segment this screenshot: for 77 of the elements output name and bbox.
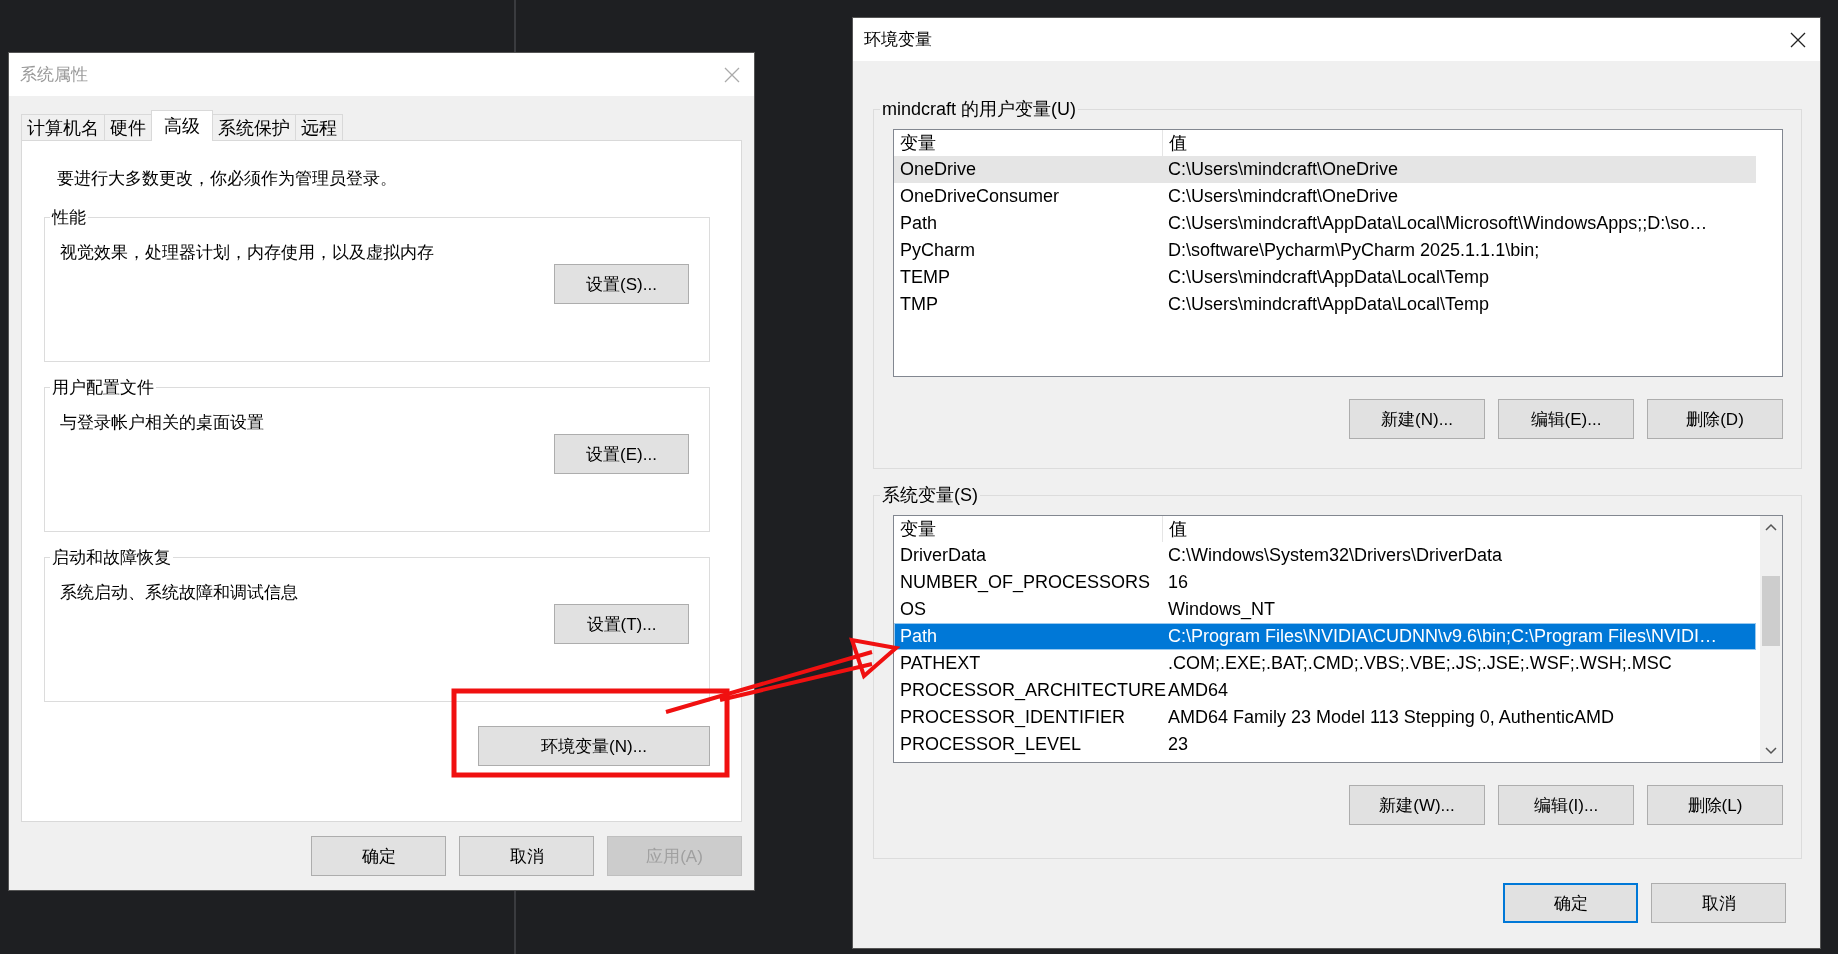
variable-value: C:\Users\mindcraft\AppData\Local\Microsoft\WindowsApps;;D:\so… [1167,213,1708,234]
dialog-button[interactable]: 新建(W)... [1349,785,1485,825]
group-description: 与登录帐户相关的桌面设置 [60,412,265,434]
variable-value: AMD64 Family 23 Model 113 Stepping 0, AuthenticAMD [1167,707,1614,728]
table-row[interactable]: PROCESSOR_LEVEL 23 [894,731,1756,758]
table-row[interactable]: DriverData C:\Windows\System32\Drivers\DriverData [894,542,1756,569]
variable-name: TMP [899,294,939,315]
table-row[interactable]: OneDriveConsumer C:\Users\mindcraft\OneDrive [894,183,1756,210]
variable-value: C:\Windows\System32\Drivers\DriverData [1167,545,1503,566]
group-description: 视觉效果，处理器计划，内存使用，以及虚拟内存 [60,242,435,264]
admin-notice: 要进行大多数更改，你必须作为管理员登录。 [57,168,398,190]
column-header[interactable]: 变量 [894,516,1163,542]
variable-name: OS [899,599,927,620]
table-row[interactable]: PROCESSOR_ARCHITECTUREAMD64 [894,677,1756,704]
variable-value: C:\Users\mindcraft\OneDrive [1167,186,1399,207]
environment-variables-button[interactable]: 环境变量(N)... [478,726,710,766]
table-row[interactable]: Path C:\Program Files\NVIDIA\CUDNN\v9.6\bin;C:\Program Files\NVIDI… [894,623,1756,650]
table-row[interactable]: OneDrive C:\Users\mindcraft\OneDrive [894,156,1756,183]
table-row[interactable]: PROCESSOR_IDENTIFIER AMD64 Family 23 Model 113 Stepping 0, AuthenticAMD [894,704,1756,731]
table-row[interactable]: Path C:\Users\mindcraft\AppData\Local\Microsoft\WindowsApps;;D:\so… [894,210,1756,237]
settings-button[interactable]: 设置(S)... [554,264,689,304]
table-row[interactable]: TEMP C:\Users\mindcraft\AppData\Local\Temp [894,264,1756,291]
table-row[interactable]: PATHEXT .COM;.EXE;.BAT;.CMD;.VBS;.VBE;.JS;.JSE;.WSF;.WSH;.MSC [894,650,1756,677]
dialog-button[interactable]: 编辑(I)... [1498,785,1634,825]
variable-value: 16 [1167,572,1189,593]
variable-value: C:\Users\mindcraft\OneDrive [1167,159,1399,180]
tab[interactable]: 系统保护 [212,114,296,140]
variable-name: PROCESSOR_IDENTIFIER [899,707,1127,728]
table-row[interactable]: OS Windows_NT [894,596,1756,623]
window-title: 系统属性 [20,64,88,86]
variable-name: PATHEXT [899,653,982,674]
variable-name: PROCESSOR_LEVEL [899,734,1083,755]
dialog-button[interactable]: 删除(D) [1647,399,1783,439]
group-title: 性能 [50,207,87,229]
group-title: mindcraft 的用户变量(U) [881,98,1077,121]
table-row[interactable]: PyCharm D:\software\Pycharm\PyCharm 2025.1.1.1\bin; [894,237,1756,264]
variable-value: D:\software\Pycharm\PyCharm 2025.1.1.1\bin; [1167,240,1540,261]
variable-name: OneDrive [899,159,978,180]
variable-value: C:\Users\mindcraft\AppData\Local\Temp [1167,294,1490,315]
window-title: 环境变量 [864,29,932,51]
tab[interactable]: 远程 [295,114,343,140]
variable-name: PyCharm [899,240,976,261]
settings-button[interactable]: 设置(E)... [554,434,689,474]
dialog-button[interactable]: 确定 [1503,883,1638,923]
settings-button[interactable]: 设置(T)... [554,604,689,644]
column-header[interactable]: 值 [1163,517,1187,541]
group-title: 系统变量(S) [881,484,979,507]
variable-name: NUMBER_OF_PROCESSORS [899,572,1152,593]
dialog-button[interactable]: 取消 [1651,883,1786,923]
dialog-button[interactable]: 确定 [311,836,446,876]
group-description: 系统启动、系统故障和调试信息 [60,582,299,604]
scrollbar[interactable] [1760,516,1782,762]
variable-name: Path [899,213,939,234]
dialog-button[interactable]: 新建(N)... [1349,399,1485,439]
variable-value: 23 [1167,734,1189,755]
variable-name: TEMP [899,267,951,288]
variable-name: Path [899,626,939,647]
variable-value: Windows_NT [1167,599,1276,620]
tab[interactable]: 计算机名 [21,114,105,140]
tab[interactable]: 硬件 [104,114,152,140]
variable-value: AMD64 [1167,680,1229,701]
dialog-button[interactable]: 取消 [459,836,594,876]
tab[interactable]: 高级 [151,110,213,141]
variable-value: C:\Program Files\NVIDIA\CUDNN\v9.6\bin;C:\Program Files\NVIDI… [1167,626,1718,647]
variable-value: C:\Users\mindcraft\AppData\Local\Temp [1167,267,1490,288]
group-title: 启动和故障恢复 [51,547,172,569]
variable-value: .COM;.EXE;.BAT;.CMD;.VBS;.VBE;.JS;.JSE;.WSF;.WSH;.MSC [1167,653,1672,674]
dialog-button[interactable]: 编辑(E)... [1498,399,1634,439]
dialog-button[interactable]: 删除(L) [1647,785,1783,825]
variable-name: DriverData [899,545,988,566]
table-row[interactable]: TMP C:\Users\mindcraft\AppData\Local\Temp [894,291,1756,318]
table-row[interactable]: NUMBER_OF_PROCESSORS 16 [894,569,1756,596]
column-header[interactable]: 值 [1163,131,1187,155]
group-title: 用户配置文件 [51,377,155,399]
scroll-thumb[interactable] [1762,576,1780,646]
variable-name: OneDriveConsumer [899,186,1061,207]
close-icon[interactable] [1790,31,1806,48]
